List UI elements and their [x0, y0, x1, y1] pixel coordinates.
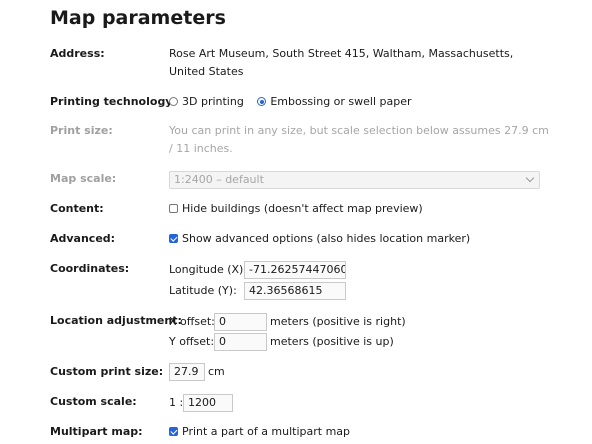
checkbox-show-advanced[interactable]	[169, 234, 178, 243]
x-offset-input[interactable]: 0	[214, 313, 267, 331]
coordinates-label: Coordinates:	[50, 262, 130, 275]
y-offset-unit: meters (positive is up)	[270, 335, 394, 348]
map-scale-select[interactable]: 1:2400 – default	[169, 171, 540, 189]
radio-icon[interactable]	[169, 97, 178, 106]
custom-scale-input[interactable]: 1200	[183, 394, 233, 412]
radio-embossing[interactable]: Embossing or swell paper	[257, 95, 412, 108]
checkbox-multipart[interactable]	[169, 427, 178, 436]
radio-checked-icon[interactable]	[257, 97, 267, 106]
y-offset-label: Y offset:	[169, 335, 215, 348]
print-size-label: Print size:	[50, 124, 113, 137]
printing-technology-label: Printing technology:	[50, 95, 177, 108]
chevron-down-icon	[525, 173, 535, 183]
content-label: Content:	[50, 202, 104, 215]
multipart-option[interactable]: Print a part of a multipart map	[169, 423, 549, 441]
address-value: Rose Art Museum, South Street 415, Walth…	[169, 47, 514, 78]
checkbox-hide-buildings[interactable]	[169, 204, 178, 213]
radio-3d-printing-label: 3D printing	[182, 95, 244, 108]
custom-scale-prefix: 1 :	[169, 396, 184, 409]
y-offset-input[interactable]: 0	[214, 333, 267, 351]
multipart-checkbox-label: Print a part of a multipart map	[182, 425, 351, 438]
custom-scale-label: Custom scale:	[50, 395, 137, 408]
print-size-note: You can print in any size, but scale sel…	[169, 124, 549, 155]
map-scale-selected-value: 1:2400 – default	[174, 173, 264, 186]
show-advanced-label: Show advanced options (also hides locati…	[182, 232, 471, 245]
radio-embossing-label: Embossing or swell paper	[270, 95, 412, 108]
hide-buildings-label: Hide buildings (doesn't affect map previ…	[182, 202, 423, 215]
x-offset-label: X offset:	[169, 315, 215, 328]
custom-print-size-label: Custom print size:	[50, 365, 164, 378]
multipart-map-label: Multipart map:	[50, 425, 143, 438]
printing-technology-options: 3D printing Embossing or swell paper	[169, 93, 549, 111]
address-label: Address:	[50, 47, 105, 60]
show-advanced-option[interactable]: Show advanced options (also hides locati…	[169, 230, 549, 248]
location-adjustment-label: Location adjustment:	[50, 314, 182, 327]
radio-3d-printing[interactable]: 3D printing	[169, 95, 247, 108]
custom-print-size-input[interactable]: 27.9	[169, 363, 205, 381]
hide-buildings-option[interactable]: Hide buildings (doesn't affect map previ…	[169, 200, 549, 218]
custom-print-size-unit: cm	[208, 365, 225, 378]
latitude-input[interactable]: 42.36568615	[244, 282, 346, 300]
map-scale-label: Map scale:	[50, 172, 117, 185]
x-offset-unit: meters (positive is right)	[270, 315, 406, 328]
advanced-label: Advanced:	[50, 232, 116, 245]
latitude-label: Latitude (Y):	[169, 284, 237, 297]
page-title: Map parameters	[50, 7, 226, 29]
longitude-input[interactable]: -71.262574470605	[244, 261, 346, 279]
longitude-label: Longitude (X):	[169, 263, 248, 276]
